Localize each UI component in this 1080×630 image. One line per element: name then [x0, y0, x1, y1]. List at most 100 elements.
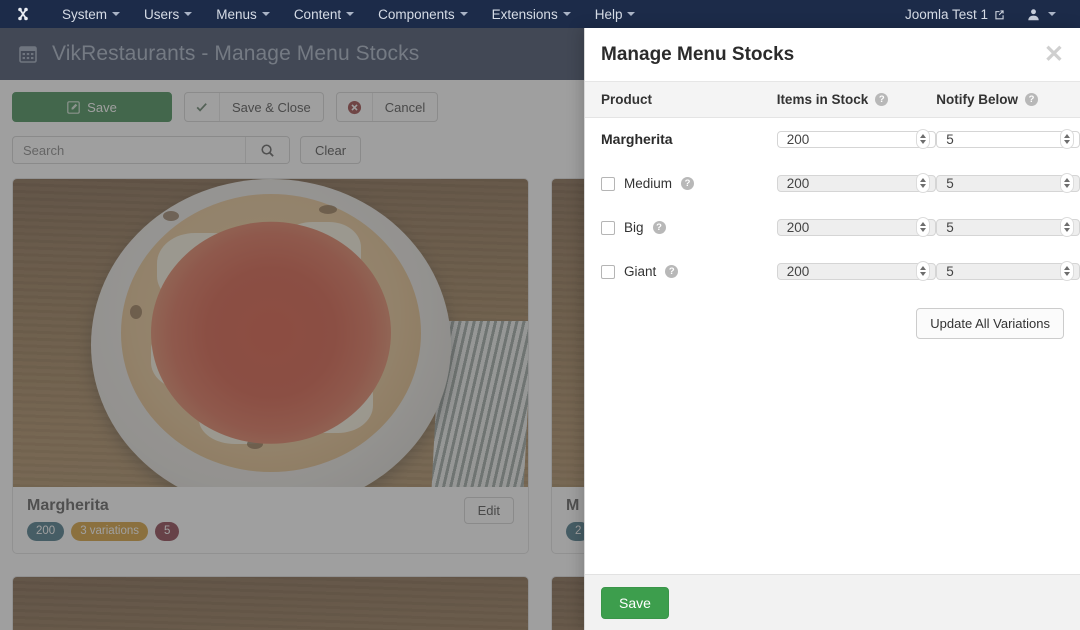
items-in-stock-input[interactable]	[776, 218, 937, 236]
product-name: Margherita	[601, 130, 673, 147]
notify-cell	[936, 206, 1080, 250]
notify-below-field	[936, 261, 1080, 281]
chevron-down-icon	[627, 12, 636, 16]
nav-item-system[interactable]: System	[50, 7, 132, 22]
stepper-icon[interactable]	[1060, 261, 1074, 281]
stock-cell	[776, 250, 937, 294]
notify-below-field	[936, 173, 1080, 193]
nav-item-label: Extensions	[491, 6, 558, 22]
nav-item-label: System	[62, 6, 108, 22]
chevron-down-icon	[459, 12, 468, 16]
external-link-icon	[995, 9, 1004, 19]
variation-name-cell: Giant ?	[585, 250, 777, 294]
items-in-stock-field	[776, 261, 937, 281]
variation-name: Medium	[624, 176, 673, 191]
notify-cell	[936, 250, 1080, 294]
modal-title: Manage Menu Stocks	[601, 43, 795, 65]
site-name-link[interactable]: Joomla Test 1	[905, 7, 1005, 22]
nav-item-components[interactable]: Components	[366, 7, 480, 22]
question-circle-icon[interactable]: ?	[681, 177, 695, 190]
chevron-down-icon	[1048, 12, 1056, 16]
question-circle-icon[interactable]: ?	[652, 221, 666, 234]
close-icon[interactable]: ✕	[1044, 42, 1064, 67]
question-circle-icon[interactable]: ?	[875, 93, 889, 106]
table-row-product: Margherita	[585, 118, 1080, 162]
chevron-down-icon	[184, 12, 193, 16]
question-circle-icon[interactable]: ?	[1025, 93, 1039, 106]
table-header-row: Product Items in Stock ? Notify Below ?	[585, 82, 1080, 118]
variation-checkbox[interactable]	[601, 264, 615, 279]
nav-item-menus[interactable]: Menus	[204, 7, 282, 22]
modal-header: Manage Menu Stocks ✕	[585, 28, 1080, 82]
manage-menu-stocks-modal: Manage Menu Stocks ✕ Product Items in St	[584, 28, 1080, 630]
notify-below-input[interactable]	[936, 218, 1080, 236]
stepper-icon[interactable]	[1060, 173, 1074, 193]
items-in-stock-field	[776, 217, 937, 237]
user-avatar-icon	[1028, 8, 1039, 20]
variation-name-cell: Big ?	[585, 206, 777, 250]
nav-item-users[interactable]: Users	[132, 7, 204, 22]
update-all-row: Update All Variations	[585, 294, 1080, 339]
items-in-stock-input[interactable]	[776, 262, 937, 280]
items-in-stock-input[interactable]	[776, 130, 937, 148]
chevron-down-icon	[112, 12, 121, 16]
modal-save-button[interactable]: Save	[601, 586, 669, 619]
nav-item-label: Content	[293, 6, 342, 22]
nav-item-label: Menus	[216, 6, 257, 22]
stock-cell	[776, 162, 937, 206]
admin-top-navbar: System Users Menus Content Components Ex…	[0, 0, 1080, 28]
variation-checkbox[interactable]	[601, 220, 615, 235]
chevron-down-icon	[261, 12, 270, 16]
nav-item-label: Help	[594, 6, 623, 22]
stepper-icon[interactable]	[1060, 217, 1074, 237]
stocks-table: Product Items in Stock ? Notify Below ? …	[585, 82, 1080, 294]
chevron-down-icon	[346, 12, 355, 16]
notify-below-input[interactable]	[936, 262, 1080, 280]
modal-body: Product Items in Stock ? Notify Below ? …	[585, 82, 1080, 574]
modal-backdrop[interactable]	[0, 28, 584, 630]
nav-item-label: Users	[144, 6, 180, 22]
topbar-right-group: Joomla Test 1	[905, 7, 1068, 22]
modal-footer: Save	[585, 574, 1080, 630]
variation-checkbox[interactable]	[601, 176, 615, 191]
product-name-cell: Margherita	[585, 118, 777, 162]
nav-item-label: Components	[378, 6, 455, 22]
stepper-icon[interactable]	[916, 129, 931, 150]
stepper-icon[interactable]	[916, 217, 931, 237]
stock-cell	[776, 118, 937, 162]
table-row-variation-big: Big ?	[585, 206, 1080, 250]
notify-below-field	[936, 129, 1080, 150]
chevron-down-icon	[562, 12, 571, 16]
column-label: Notify Below	[936, 92, 1019, 107]
stock-cell	[776, 206, 937, 250]
variation-name: Big	[624, 220, 644, 235]
items-in-stock-input[interactable]	[776, 174, 937, 192]
table-row-variation-medium: Medium ?	[585, 162, 1080, 206]
notify-below-field	[936, 217, 1080, 237]
column-header-product: Product	[585, 82, 777, 118]
nav-item-help[interactable]: Help	[583, 7, 648, 22]
question-circle-icon[interactable]: ?	[665, 265, 679, 278]
update-all-variations-button[interactable]: Update All Variations	[916, 307, 1064, 339]
items-in-stock-field	[776, 173, 937, 193]
column-label: Items in Stock	[776, 92, 869, 107]
items-in-stock-field	[776, 129, 937, 150]
stepper-icon[interactable]	[916, 261, 931, 281]
notify-cell	[936, 162, 1080, 206]
user-menu[interactable]	[1009, 8, 1064, 21]
variation-name-cell: Medium ?	[585, 162, 777, 206]
screen: System Users Menus Content Components Ex…	[0, 0, 1080, 630]
site-name-label: Joomla Test 1	[904, 6, 988, 22]
variation-name: Giant	[624, 264, 657, 279]
joomla-logo-icon[interactable]	[12, 4, 34, 24]
notify-below-input[interactable]	[936, 130, 1080, 148]
stepper-icon[interactable]	[916, 173, 931, 193]
column-header-items-in-stock: Items in Stock ?	[776, 82, 937, 118]
column-label: Product	[601, 92, 653, 107]
notify-cell	[936, 118, 1080, 162]
stepper-icon[interactable]	[1060, 129, 1074, 150]
nav-item-content[interactable]: Content	[282, 7, 366, 22]
nav-item-extensions[interactable]: Extensions	[480, 7, 583, 22]
column-header-notify-below: Notify Below ?	[936, 82, 1080, 118]
notify-below-input[interactable]	[936, 174, 1080, 192]
